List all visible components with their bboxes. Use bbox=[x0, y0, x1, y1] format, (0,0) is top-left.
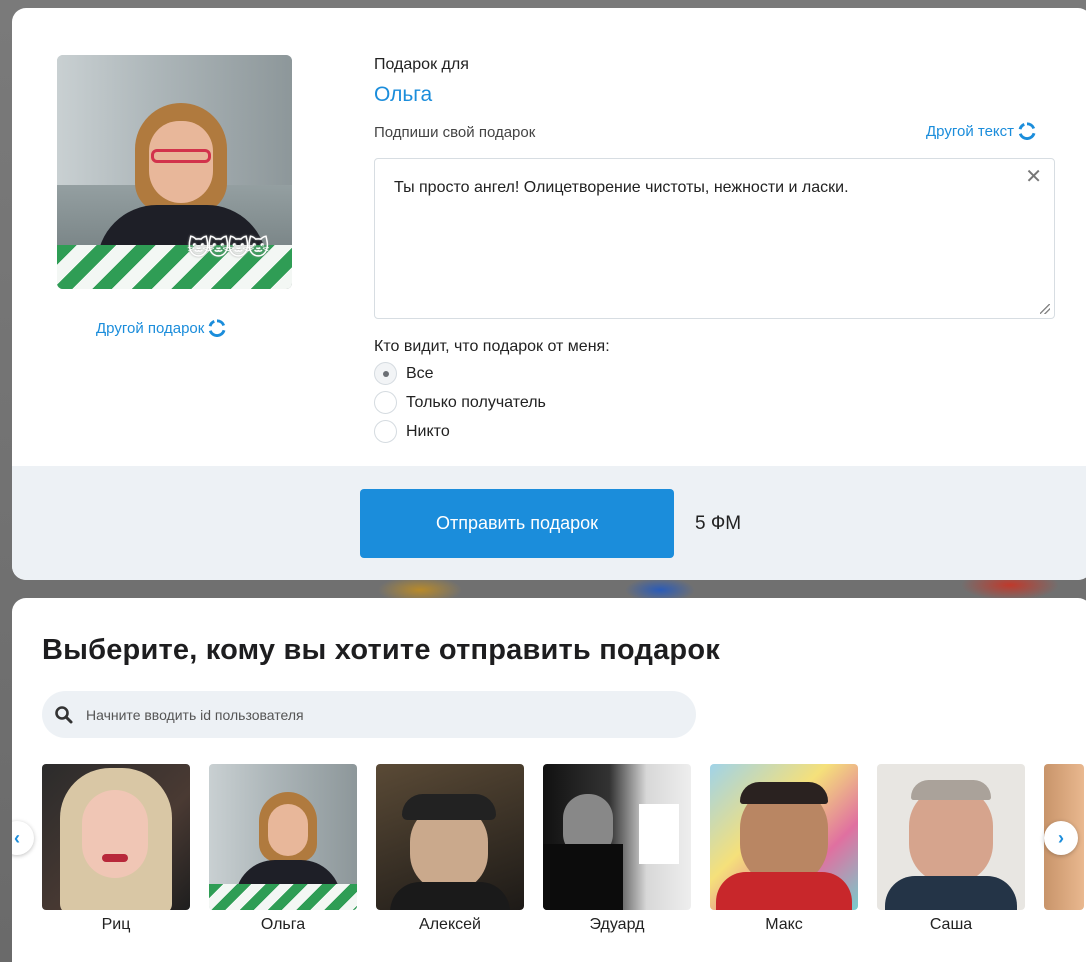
friend-card[interactable]: Макс bbox=[710, 764, 858, 934]
friend-avatar bbox=[42, 764, 190, 910]
chevron-left-icon: ‹ bbox=[14, 827, 20, 848]
gift-preview-image: 🐱🐱🐱🐱 bbox=[57, 55, 292, 289]
radio-button[interactable] bbox=[374, 420, 397, 443]
radio-button[interactable] bbox=[374, 362, 397, 385]
resize-handle-icon[interactable] bbox=[1040, 304, 1050, 314]
other-text-label: Другой текст bbox=[926, 122, 1015, 140]
refresh-icon bbox=[1018, 122, 1036, 140]
visibility-option-all[interactable]: Все bbox=[374, 362, 434, 385]
friend-card[interactable]: Алексей bbox=[376, 764, 524, 934]
recipient-name[interactable]: Ольга bbox=[374, 83, 432, 107]
other-gift-label: Другой подарок bbox=[96, 319, 205, 337]
friend-card[interactable]: Риц bbox=[42, 764, 190, 934]
gift-for-label: Подарок для bbox=[374, 56, 469, 73]
chevron-right-icon: › bbox=[1058, 827, 1064, 848]
search-box[interactable] bbox=[42, 691, 696, 738]
visibility-option-recipient-only[interactable]: Только получатель bbox=[374, 391, 546, 414]
search-icon bbox=[55, 705, 73, 723]
kittens-sticker: 🐱🐱🐱🐱 bbox=[187, 235, 270, 260]
refresh-icon bbox=[208, 319, 226, 337]
friends-carousel: Риц Ольга Алексей Эдуард Макс Саша bbox=[42, 764, 1086, 934]
gift-card: 🐱🐱🐱🐱 Другой подарок Подарок для Ольга По… bbox=[12, 8, 1086, 580]
carousel-next-button[interactable]: › bbox=[1044, 821, 1078, 855]
friend-card[interactable]: Саша bbox=[877, 764, 1025, 934]
sign-gift-label: Подпиши свой подарок bbox=[374, 124, 536, 141]
friend-avatar bbox=[710, 764, 858, 910]
friend-name: Макс bbox=[765, 916, 803, 933]
visibility-option-label: Все bbox=[406, 364, 434, 382]
friend-card[interactable]: Ольга bbox=[209, 764, 357, 934]
friend-card[interactable]: Эдуард bbox=[543, 764, 691, 934]
friend-name: Алексей bbox=[419, 916, 481, 933]
visibility-option-label: Только получатель bbox=[406, 393, 546, 411]
friend-name: Саша bbox=[929, 916, 973, 933]
radio-button[interactable] bbox=[374, 391, 397, 414]
recipient-picker-card: Выберите, кому вы хотите отправить подар… bbox=[12, 598, 1086, 962]
friend-name: Эдуард bbox=[589, 916, 645, 933]
send-gift-button[interactable]: Отправить подарок bbox=[360, 489, 674, 558]
recipient-picker-title: Выберите, кому вы хотите отправить подар… bbox=[42, 634, 720, 666]
user-id-search-input[interactable] bbox=[86, 706, 666, 723]
gift-message-textarea[interactable]: Ты просто ангел! Олицетворение чистоты, … bbox=[374, 158, 1055, 319]
gift-message-text: Ты просто ангел! Олицетворение чистоты, … bbox=[394, 179, 849, 196]
friend-name: Ольга bbox=[260, 916, 306, 933]
other-gift-link[interactable]: Другой подарок bbox=[96, 319, 226, 337]
carousel-prev-button[interactable]: ‹ bbox=[12, 821, 34, 855]
friend-avatar bbox=[877, 764, 1025, 910]
friend-avatar bbox=[376, 764, 524, 910]
other-text-link[interactable]: Другой текст bbox=[926, 122, 1036, 140]
friend-avatar bbox=[209, 764, 357, 910]
clear-icon[interactable]: ✕ bbox=[1025, 167, 1042, 187]
visibility-option-label: Никто bbox=[406, 422, 450, 440]
visibility-option-nobody[interactable]: Никто bbox=[374, 420, 450, 443]
friend-avatar bbox=[543, 764, 691, 910]
visibility-label: Кто видит, что подарок от меня: bbox=[374, 338, 610, 355]
gift-price: 5 ФМ bbox=[695, 513, 742, 534]
friend-name: Риц bbox=[101, 916, 131, 933]
